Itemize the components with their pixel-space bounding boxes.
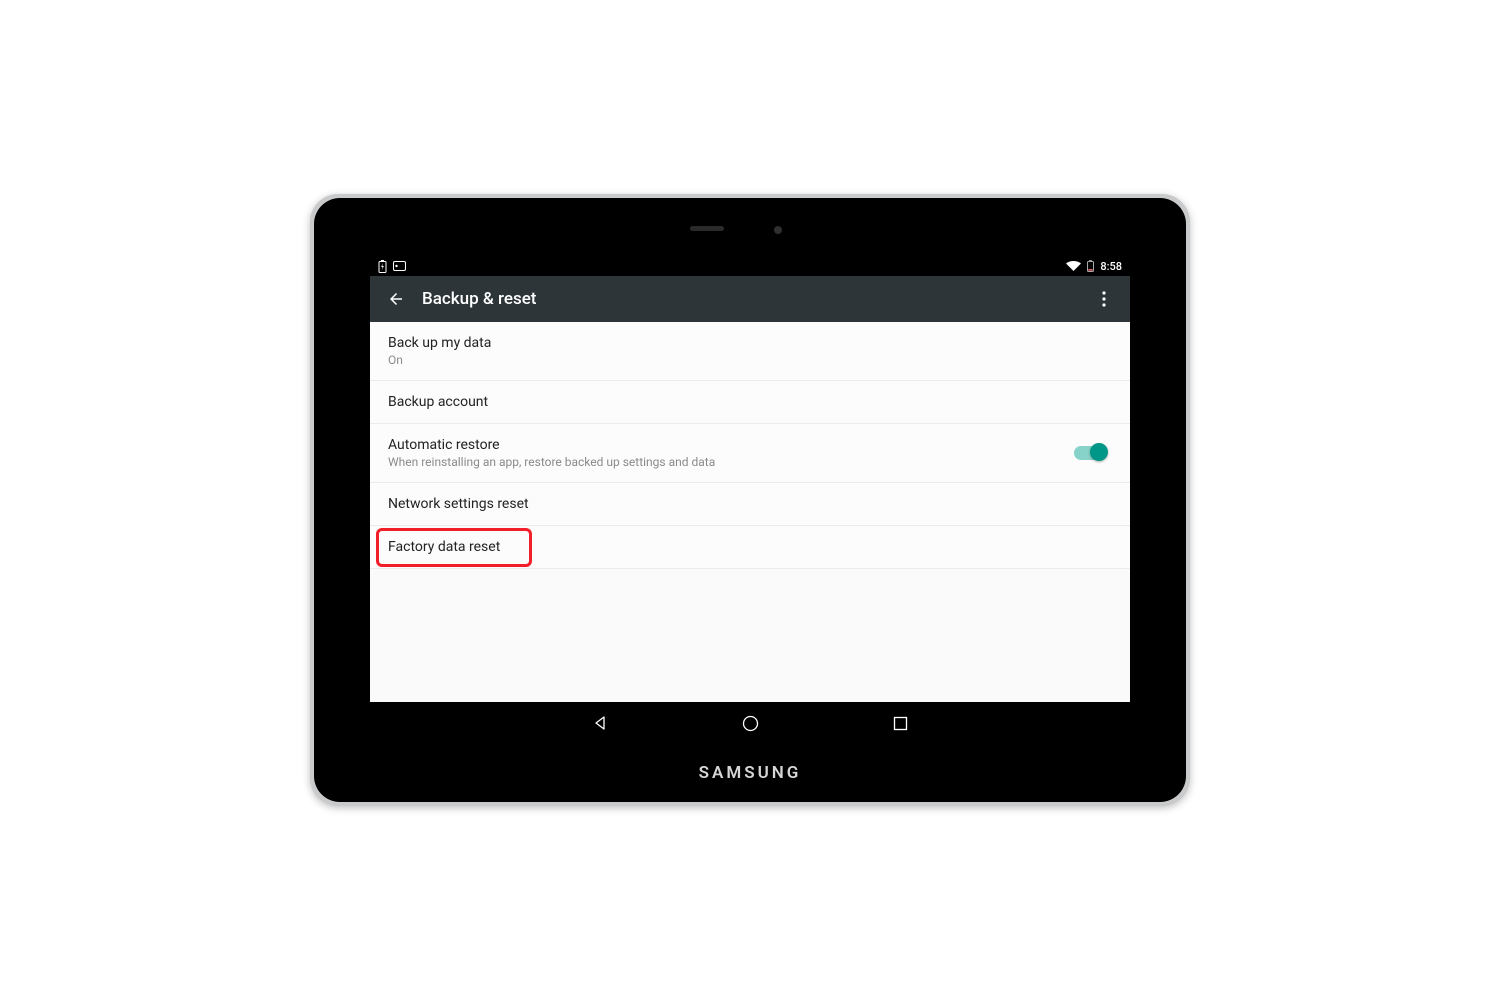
overflow-menu-button[interactable] [1084,276,1124,322]
item-subtitle: When reinstalling an app, restore backed… [388,455,1074,469]
sim-icon [393,261,406,271]
item-automatic-restore[interactable]: Automatic restore When reinstalling an a… [370,424,1130,483]
more-vert-icon [1102,291,1106,307]
item-network-settings-reset[interactable]: Network settings reset [370,483,1130,526]
back-button[interactable] [376,276,416,322]
nav-recent-button[interactable] [890,713,910,733]
item-title: Network settings reset [388,496,1112,512]
toggle-thumb [1090,443,1108,461]
battery-low-icon [1087,260,1094,272]
status-time: 8:58 [1100,260,1122,273]
item-title: Backup account [388,394,1112,410]
item-subtitle: On [388,353,1112,367]
item-title: Automatic restore [388,437,1074,453]
wifi-icon [1066,261,1081,272]
automatic-restore-toggle[interactable] [1074,446,1104,460]
triangle-back-icon [592,715,608,731]
sensor-slot [690,226,724,231]
item-factory-data-reset[interactable]: Factory data reset [370,526,1130,569]
device-brand: SAMSUNG [314,763,1186,783]
tablet-bezel: 8:58 Backup & reset Back up my data [314,198,1186,802]
nav-home-button[interactable] [740,713,760,733]
item-backup-account[interactable]: Backup account [370,381,1130,424]
action-bar: Backup & reset [370,276,1130,322]
navigation-bar [370,702,1130,744]
battery-charging-icon [378,260,387,273]
status-bar: 8:58 [370,256,1130,276]
page-title: Backup & reset [422,289,536,309]
status-left [378,260,406,273]
item-back-up-my-data[interactable]: Back up my data On [370,322,1130,381]
status-right: 8:58 [1066,260,1122,273]
item-title: Back up my data [388,335,1112,351]
circle-home-icon [742,715,759,732]
front-camera [774,226,782,234]
screen: 8:58 Backup & reset Back up my data [370,256,1130,744]
item-title: Factory data reset [388,539,1112,555]
nav-back-button[interactable] [590,713,610,733]
settings-list: Back up my data On Backup account Automa… [370,322,1130,702]
tablet-outer-shell: 8:58 Backup & reset Back up my data [310,194,1190,806]
square-recent-icon [893,716,908,731]
arrow-back-icon [387,290,405,308]
